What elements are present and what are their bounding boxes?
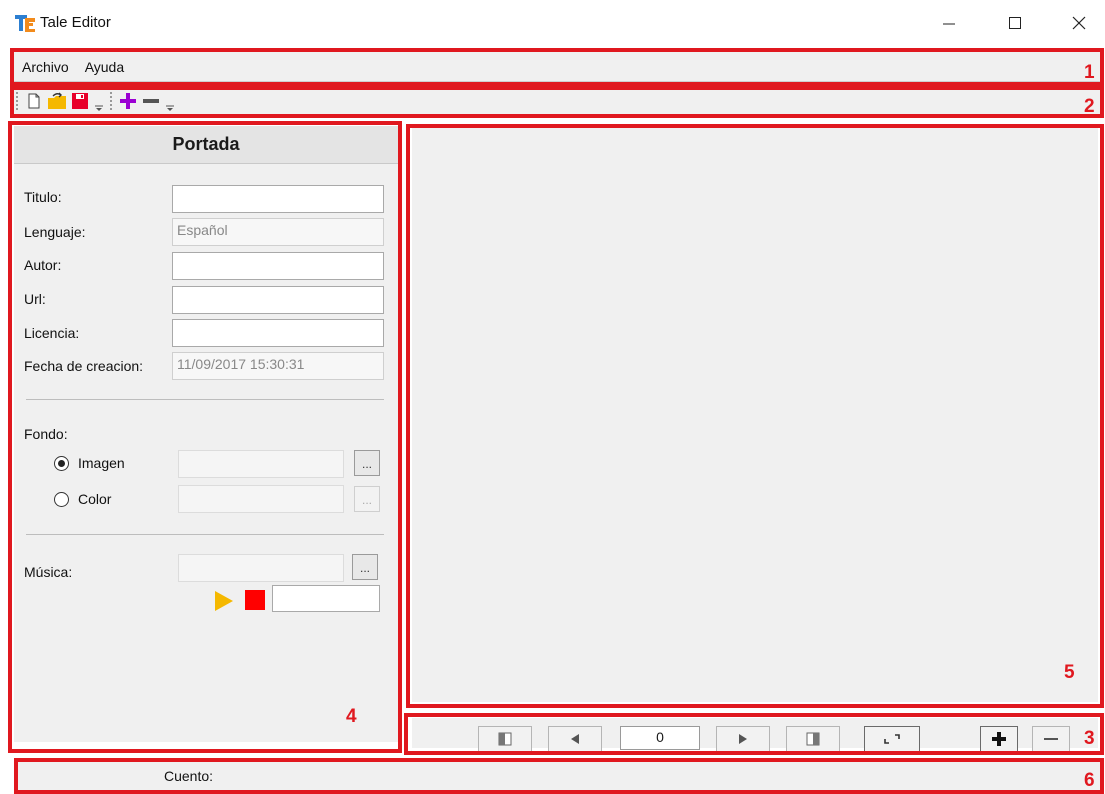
annotation-number-2: 2 (1084, 96, 1095, 117)
app-logo-icon (15, 15, 35, 32)
maximize-icon (1009, 17, 1021, 29)
minimize-icon (943, 23, 955, 25)
annotation-number-3: 3 (1084, 728, 1095, 749)
annotation-box-5 (406, 124, 1104, 708)
annotation-number-4: 4 (346, 706, 357, 727)
close-button[interactable] (1056, 8, 1102, 38)
annotation-number-1: 1 (1084, 62, 1095, 83)
annotation-number-5: 5 (1064, 662, 1075, 683)
annotation-box-6 (14, 758, 1104, 794)
annotation-box-3 (404, 713, 1104, 755)
maximize-button[interactable] (992, 8, 1038, 38)
title-bar: Tale Editor (0, 0, 1105, 46)
annotation-number-6: 6 (1084, 770, 1095, 791)
close-icon (1072, 16, 1086, 30)
annotation-box-1 (10, 48, 1104, 86)
window-title: Tale Editor (40, 14, 111, 31)
minimize-button[interactable] (926, 8, 972, 38)
annotation-box-2 (10, 86, 1104, 118)
annotation-box-4 (8, 121, 402, 753)
